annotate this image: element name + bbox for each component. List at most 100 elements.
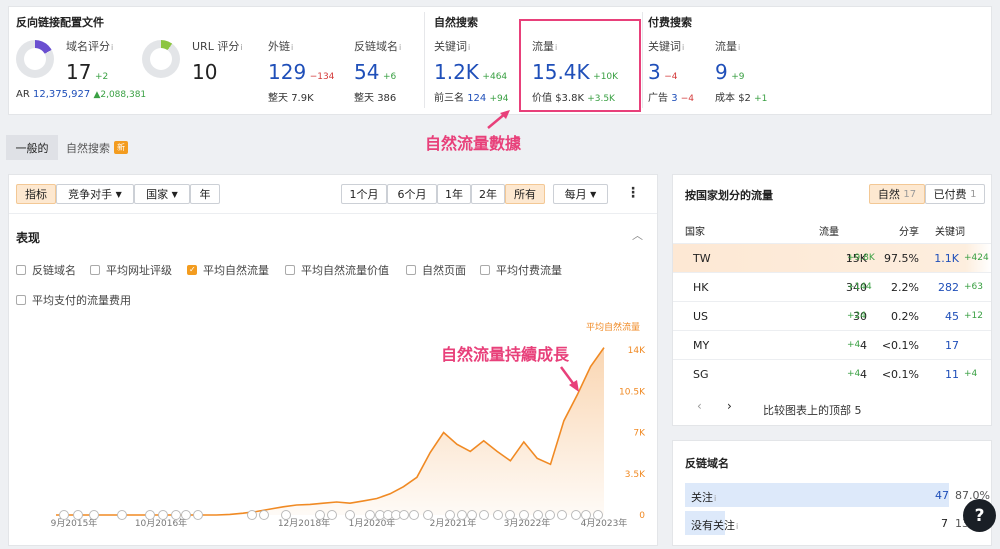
prev-page-icon[interactable]: ‹ [697,399,702,413]
country-keywords[interactable]: 45 [945,310,959,323]
metrics-button[interactable]: 指标 [16,184,56,204]
update-marker-icon[interactable] [557,510,567,520]
performance-title: 表现 [16,231,41,245]
update-marker-icon[interactable] [73,510,83,520]
table-row[interactable]: TW 15K +9.8K 97.5% 1.1K +424 [673,243,991,272]
paid-keywords-label[interactable]: 关键词i [648,38,684,54]
table-row[interactable]: SG 4 +4 <0.1% 11 +4 [673,359,991,388]
ref-domains-value[interactable]: 54 +6 [354,60,396,84]
update-marker-icon[interactable] [117,510,127,520]
update-marker-icon[interactable] [423,510,433,520]
update-marker-icon[interactable] [259,510,269,520]
checkbox-avg-organic-traffic[interactable]: 平均自然流量 [187,262,269,278]
update-marker-icon[interactable] [193,510,203,520]
backlink-profile-title: 反向链接配置文件 [16,16,104,29]
update-marker-icon[interactable] [59,510,69,520]
update-marker-icon[interactable] [409,510,419,520]
annotation-arrow-icon [487,110,510,129]
country-keywords[interactable]: 17 [945,339,959,352]
country-code: US [693,310,709,323]
col-header-traffic[interactable]: 流量 [819,223,839,238]
year-button[interactable]: 年 [190,184,220,204]
update-marker-icon[interactable] [545,510,555,520]
more-options-icon[interactable]: ⋮ [626,185,640,201]
update-marker-icon[interactable] [158,510,168,520]
range-1-month[interactable]: 1个月 [341,184,387,204]
country-keywords[interactable]: 282 [938,281,959,294]
range-6-months[interactable]: 6个月 [387,184,437,204]
nofollow-value[interactable]: 7 [941,517,948,530]
url-rating-value: 10 [192,60,218,84]
organic-top3: 前三名 124 +94 [434,93,509,104]
update-marker-icon[interactable] [467,510,477,520]
organic-keywords-value[interactable]: 1.2K +464 [434,60,507,84]
tab-general[interactable]: 一般的 [6,135,58,160]
country-keywords[interactable]: 11 [945,368,959,381]
compare-top-5[interactable]: 比较图表上的顶部 5 [763,402,862,418]
update-marker-icon[interactable] [457,510,467,520]
checkbox-organic-pages[interactable]: 自然页面 [406,262,466,278]
update-marker-icon[interactable] [145,510,155,520]
url-rating-label[interactable]: URL 评分i [192,38,243,54]
backlinks-value[interactable]: 129 −134 [268,60,334,84]
organic-search-title: 自然搜索 [434,16,478,29]
update-marker-icon[interactable] [581,510,591,520]
checkbox-avg-paid-traffic[interactable]: 平均付费流量 [480,262,562,278]
update-marker-icon[interactable] [315,510,325,520]
tab-organic-search[interactable]: 自然搜索新 [66,135,128,160]
collapse-chevron-icon[interactable]: ︿ [632,227,643,243]
interval-dropdown[interactable]: 每月 ▼ [553,184,608,204]
col-header-keywords[interactable]: 关键词 [935,223,965,238]
update-marker-icon[interactable] [479,510,489,520]
range-all[interactable]: 所有 [505,184,545,204]
domain-rating-label[interactable]: 域名评分i [66,38,113,54]
col-header-country[interactable]: 国家 [685,223,705,238]
paid-traffic-label[interactable]: 流量i [715,38,740,54]
update-marker-icon[interactable] [89,510,99,520]
col-header-share[interactable]: 分享 [899,223,919,238]
table-row[interactable]: MY 4 +4 <0.1% 17 [673,330,991,359]
checkbox-icon [16,265,26,275]
organic-keywords-label[interactable]: 关键词i [434,38,470,54]
update-marker-icon[interactable] [533,510,543,520]
checkbox-ref-domains[interactable]: 反链域名 [16,262,76,278]
update-marker-icon[interactable] [327,510,337,520]
country-keywords[interactable]: 1.1K [934,252,959,265]
checkbox-avg-paid-cost[interactable]: 平均支付的流量费用 [16,292,131,308]
competitors-dropdown[interactable]: 竞争对手 ▼ [56,184,134,204]
update-marker-icon[interactable] [365,510,375,520]
country-dropdown[interactable]: 国家 ▼ [134,184,190,204]
update-marker-icon[interactable] [493,510,503,520]
update-marker-icon[interactable] [345,510,355,520]
filter-paid[interactable]: 已付费 1 [925,184,985,204]
table-row[interactable]: US 30 +24 0.2% 45 +12 [673,301,991,330]
update-marker-icon[interactable] [181,510,191,520]
update-marker-icon[interactable] [281,510,291,520]
checkbox-avg-organic-value[interactable]: 平均自然流量价值 [285,262,389,278]
update-marker-icon[interactable] [571,510,581,520]
update-marker-icon[interactable] [519,510,529,520]
country-traffic-panel: 按国家划分的流量 自然 17 已付费 1 国家 流量 分享 关键词 TW 15K +… [672,174,992,426]
update-marker-icon[interactable] [505,510,515,520]
range-2-years[interactable]: 2年 [471,184,505,204]
backlinks-label[interactable]: 外链i [268,38,293,54]
help-button[interactable]: ? [963,499,996,532]
update-marker-icon[interactable] [399,510,409,520]
ref-domains-label[interactable]: 反链域名i [354,38,401,54]
paid-traffic-value[interactable]: 9 +9 [715,60,745,84]
caret-down-icon: ▼ [171,189,178,199]
update-marker-icon[interactable] [171,510,181,520]
checkbox-avg-url-rating[interactable]: 平均网址评级 [90,262,172,278]
paid-keywords-value[interactable]: 3 −4 [648,60,678,84]
next-page-icon[interactable]: › [727,399,732,413]
country-share: <0.1% [881,339,919,352]
table-row[interactable]: HK 340 +144 2.2% 282 +63 [673,272,991,301]
update-marker-icon[interactable] [247,510,257,520]
country-share: 2.2% [891,281,919,294]
update-marker-icon[interactable] [445,510,455,520]
domain-rating-donut [16,40,54,78]
range-1-year[interactable]: 1年 [437,184,471,204]
update-marker-icon[interactable] [593,510,603,520]
follow-value[interactable]: 47 [935,489,949,502]
filter-organic[interactable]: 自然 17 [869,184,925,204]
